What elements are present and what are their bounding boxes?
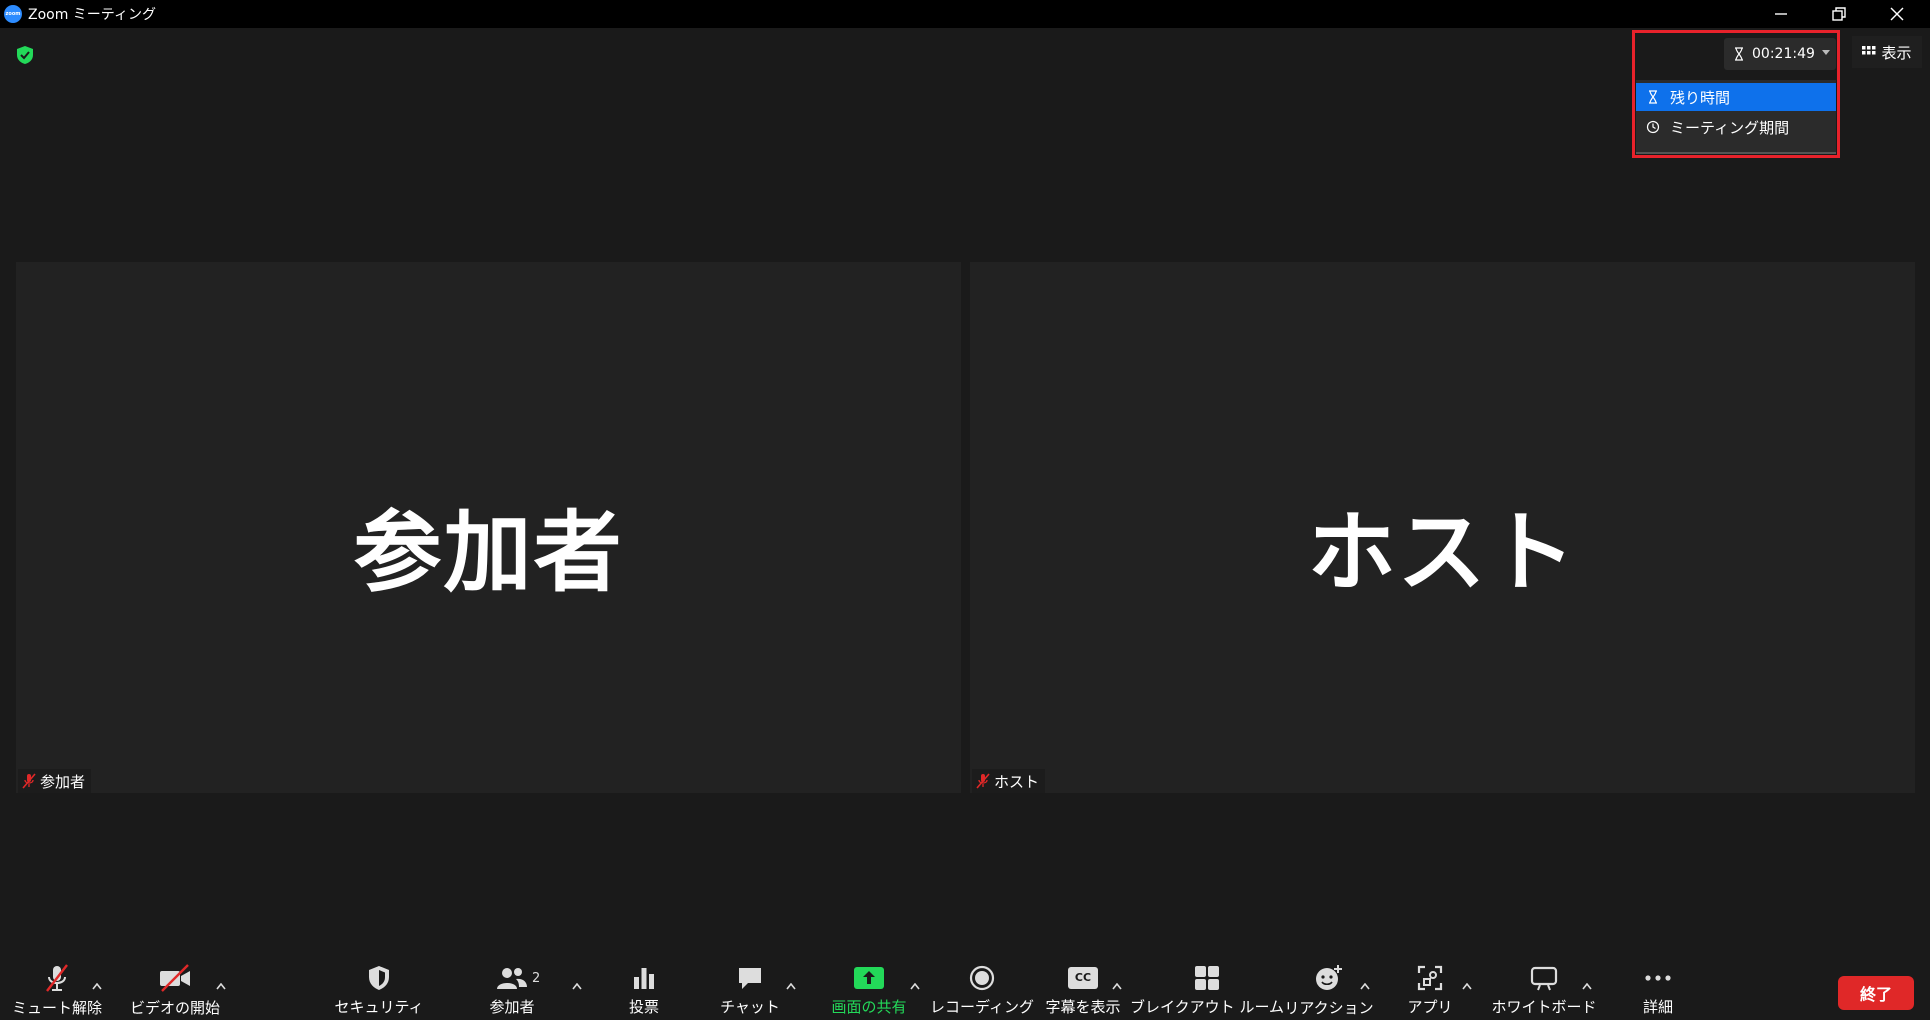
participants-options-caret[interactable] <box>572 975 582 994</box>
reactions-button[interactable]: リアクション <box>1284 963 1374 1017</box>
breakout-rooms-icon <box>1195 965 1219 990</box>
captions-button[interactable]: CC 字幕を表示 <box>1044 963 1122 1017</box>
minimize-button[interactable] <box>1752 0 1810 28</box>
encryption-shield-icon[interactable] <box>14 44 36 66</box>
apps-icon <box>1417 965 1443 990</box>
share-screen-icon <box>854 966 884 989</box>
mic-muted-icon <box>22 773 36 789</box>
menu-item-remaining-time[interactable]: 残り時間 <box>1636 83 1836 111</box>
end-meeting-button[interactable]: 終了 <box>1838 976 1914 1010</box>
apps-options-caret[interactable] <box>1462 975 1472 994</box>
title-bar: zoom Zoom ミーティング <box>0 0 1930 28</box>
more-button[interactable]: 詳細 <box>1636 963 1680 1017</box>
minimize-icon <box>1775 13 1787 15</box>
chevron-up-icon <box>910 982 920 990</box>
security-button[interactable]: セキュリティ <box>334 963 424 1017</box>
closed-captions-icon: CC <box>1068 966 1098 989</box>
mic-muted-icon <box>46 964 68 992</box>
whiteboard-icon <box>1530 966 1558 990</box>
breakout-rooms-button[interactable]: ブレイクアウト ルーム <box>1130 963 1284 1017</box>
chat-icon <box>739 967 761 989</box>
chevron-up-icon <box>786 982 796 990</box>
window-title: Zoom ミーティング <box>28 7 156 23</box>
whiteboard-button[interactable]: ホワイトボード <box>1492 963 1597 1017</box>
zoom-logo-icon: zoom <box>4 5 22 23</box>
view-button[interactable]: 表示 <box>1852 36 1922 68</box>
video-tile-host[interactable]: ホスト ホスト <box>970 262 1915 793</box>
captions-options-caret[interactable] <box>1112 975 1122 994</box>
chat-button[interactable]: チャット <box>720 963 780 1017</box>
tile-name-label: 参加者 <box>18 769 92 793</box>
unmute-button[interactable]: ミュート解除 <box>12 963 102 1017</box>
audio-options-caret[interactable] <box>92 975 102 994</box>
chevron-up-icon <box>216 982 226 990</box>
share-options-caret[interactable] <box>910 975 920 994</box>
mic-muted-icon <box>976 773 990 789</box>
record-icon <box>969 965 995 990</box>
apps-button[interactable]: アプリ <box>1408 963 1453 1017</box>
caret-down-icon <box>1822 50 1830 55</box>
video-options-caret[interactable] <box>216 975 226 994</box>
meeting-toolbar: ミュート解除 ビデオの開始 セキュリティ 参加者 2 投票 チャット 画面の共有… <box>0 955 1930 1020</box>
chevron-up-icon <box>1112 982 1122 990</box>
restore-button[interactable] <box>1810 0 1868 28</box>
participants-icon <box>497 967 527 989</box>
hourglass-icon <box>1735 47 1743 61</box>
grid-icon <box>1862 46 1876 55</box>
chevron-up-icon <box>572 982 582 990</box>
start-video-button[interactable]: ビデオの開始 <box>130 963 220 1017</box>
video-tile-participant[interactable]: 参加者 参加者 <box>16 262 961 793</box>
close-icon <box>1890 7 1904 21</box>
chevron-up-icon <box>92 982 102 990</box>
bar-chart-icon <box>634 967 654 989</box>
participant-count: 2 <box>532 971 541 986</box>
restore-icon <box>1832 7 1846 21</box>
more-dots-icon <box>1645 974 1671 981</box>
timer-value: 00:21:49 <box>1752 46 1815 62</box>
clock-icon <box>1646 120 1660 134</box>
chevron-up-icon <box>1360 982 1370 990</box>
menu-item-meeting-duration[interactable]: ミーティング期間 <box>1636 113 1836 141</box>
shield-icon <box>369 965 389 990</box>
timer-dropdown-menu: 残り時間 ミーティング期間 <box>1636 80 1836 154</box>
polls-button[interactable]: 投票 <box>622 963 666 1017</box>
chat-options-caret[interactable] <box>786 975 796 994</box>
tile-name-label: ホスト <box>972 769 1046 793</box>
chevron-up-icon <box>1582 982 1592 990</box>
share-screen-button[interactable]: 画面の共有 <box>828 963 910 1017</box>
smiley-plus-icon <box>1316 965 1342 990</box>
hourglass-icon <box>1649 90 1657 104</box>
video-off-icon <box>160 964 190 992</box>
reactions-options-caret[interactable] <box>1360 975 1370 994</box>
tile-display-name: 参加者 <box>353 501 624 604</box>
meeting-timer-button[interactable]: 00:21:49 <box>1724 38 1836 70</box>
whiteboard-options-caret[interactable] <box>1582 975 1592 994</box>
close-button[interactable] <box>1868 0 1926 28</box>
recording-button[interactable]: レコーディング <box>930 963 1034 1017</box>
tile-display-name: ホスト <box>1307 501 1578 604</box>
chevron-up-icon <box>1462 982 1472 990</box>
